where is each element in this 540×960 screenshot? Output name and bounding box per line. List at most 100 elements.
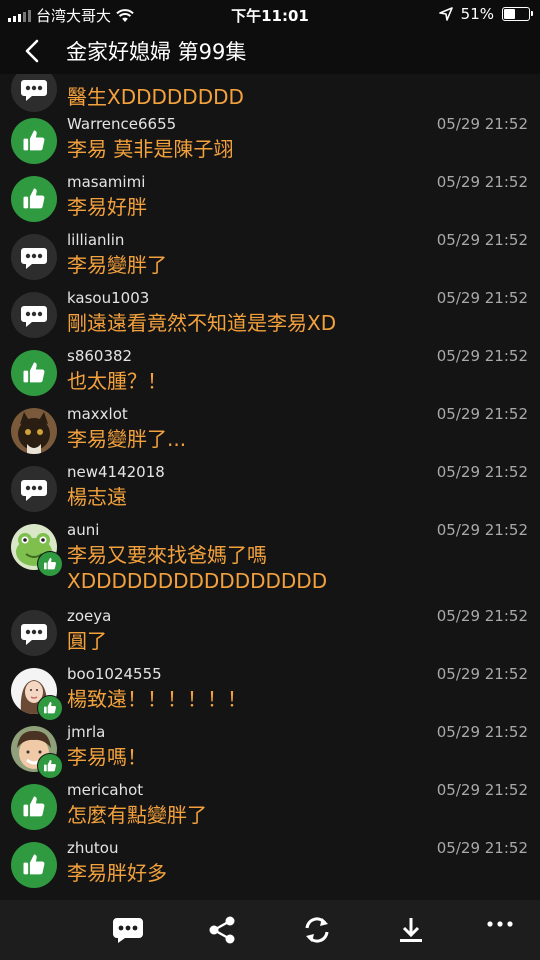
comment-timestamp: 05/29 21:52 bbox=[436, 463, 528, 481]
comment-text: 李易變胖了 bbox=[67, 253, 167, 277]
comment-avatar[interactable] bbox=[11, 466, 57, 512]
comment-row[interactable]: lillianlin 05/29 21:52 李易變胖了 bbox=[0, 231, 540, 290]
status-bar: 台湾大哥大 下午11:01 51% bbox=[0, 0, 540, 28]
more-button[interactable] bbox=[480, 904, 520, 944]
like-avatar[interactable] bbox=[11, 118, 57, 164]
comment-username[interactable]: s860382 bbox=[67, 347, 132, 365]
comment-text: 也太腫？！ bbox=[67, 369, 167, 393]
comment-icon bbox=[113, 918, 143, 943]
comment-username[interactable]: new4142018 bbox=[67, 463, 165, 481]
comment-timestamp: 05/29 21:52 bbox=[436, 723, 528, 741]
app-header: 金家好媳婦 第99集 bbox=[0, 28, 540, 74]
comment-row[interactable]: zhutou 05/29 21:52 李易胖好多 bbox=[0, 839, 540, 898]
comment-row[interactable]: Warrence6655 05/29 21:52 李易 莫非是陳子翊 bbox=[0, 115, 540, 174]
comment-text: 李易又要來找爸媽了嗎 XDDDDDDDDDDDDDDDD bbox=[67, 543, 328, 593]
comment-timestamp: 05/29 21:52 bbox=[436, 173, 528, 191]
speech-bubble-icon bbox=[21, 248, 47, 269]
comment-username[interactable]: Warrence6655 bbox=[67, 115, 176, 133]
comment-text: 圓了 bbox=[67, 629, 107, 653]
refresh-button[interactable] bbox=[297, 910, 337, 950]
comment-username[interactable]: jmrla bbox=[67, 723, 105, 741]
comment-text: 李易變胖了... bbox=[67, 427, 187, 451]
user-avatar[interactable] bbox=[11, 408, 57, 454]
share-icon bbox=[209, 916, 235, 944]
comment-row[interactable]: new4142018 05/29 21:52 楊志遠 bbox=[0, 463, 540, 522]
thumbs-up-icon bbox=[23, 362, 45, 383]
comment-timestamp: 05/29 21:52 bbox=[436, 839, 528, 857]
back-button[interactable] bbox=[18, 36, 48, 66]
comment-timestamp: 05/29 21:52 bbox=[436, 115, 528, 133]
comment-text: 怎麼有點變胖了 bbox=[67, 803, 207, 827]
thumbs-up-icon bbox=[44, 760, 56, 772]
comment-text: 剛遠遠看竟然不知道是李易XD bbox=[67, 311, 337, 335]
comment-text: 李易 莫非是陳子翊 bbox=[67, 137, 234, 161]
comment-row[interactable]: s860382 05/29 21:52 也太腫？！ bbox=[0, 347, 540, 406]
comment-text: 李易好胖 bbox=[67, 195, 147, 219]
comment-username[interactable]: maxxlot bbox=[67, 405, 128, 423]
comment-username[interactable]: boo1024555 bbox=[67, 665, 162, 683]
like-avatar[interactable] bbox=[11, 842, 57, 888]
comment-row[interactable]: mericahot 05/29 21:52 怎麼有點變胖了 bbox=[0, 781, 540, 840]
comment-username[interactable]: masamimi bbox=[67, 173, 145, 191]
comment-row[interactable]: kasou1003 05/29 21:52 剛遠遠看竟然不知道是李易XD bbox=[0, 289, 540, 348]
comment-timestamp: 05/29 21:52 bbox=[436, 405, 528, 423]
comment-timestamp: 05/29 21:52 bbox=[436, 231, 528, 249]
like-badge bbox=[37, 695, 63, 721]
comment-timestamp: 05/29 21:52 bbox=[436, 665, 528, 683]
comment-text: 楊致遠！！！！！！ bbox=[67, 687, 247, 711]
thumbs-up-icon bbox=[23, 130, 45, 151]
comment-timestamp: 05/29 21:52 bbox=[436, 347, 528, 365]
speech-bubble-icon bbox=[21, 624, 47, 645]
comment-text: 楊志遠 bbox=[67, 485, 127, 509]
comment-row[interactable]: maxxlot 05/29 21:52 李易變胖了... bbox=[0, 405, 540, 464]
download-icon bbox=[400, 918, 422, 942]
speech-bubble-icon bbox=[21, 480, 47, 501]
thumbs-up-icon bbox=[44, 558, 56, 570]
comment-row[interactable]: masamimi 05/29 21:52 李易好胖 bbox=[0, 173, 540, 232]
comment-avatar[interactable] bbox=[11, 292, 57, 338]
page-title: 金家好媳婦 第99集 bbox=[66, 40, 247, 64]
comment-avatar[interactable] bbox=[11, 610, 57, 656]
thumbs-up-icon bbox=[23, 188, 45, 209]
location-icon bbox=[438, 7, 453, 21]
comment-text: 李易嗎！ bbox=[67, 745, 147, 769]
comment-username[interactable]: auni bbox=[67, 521, 99, 539]
bottom-toolbar bbox=[0, 900, 540, 960]
speech-bubble-icon bbox=[21, 80, 47, 101]
comment-row[interactable]: jmrla 05/29 21:52 李易嗎！ bbox=[0, 723, 540, 782]
comment-timestamp: 05/29 21:52 bbox=[436, 521, 528, 539]
comment-username[interactable]: lillianlin bbox=[67, 231, 124, 249]
thumbs-up-icon bbox=[23, 796, 45, 817]
more-icon bbox=[487, 921, 513, 927]
comment-username[interactable]: kasou1003 bbox=[67, 289, 149, 307]
like-badge bbox=[37, 753, 63, 779]
download-button[interactable] bbox=[391, 910, 431, 950]
like-badge bbox=[37, 551, 63, 577]
comment-username[interactable]: zhutou bbox=[67, 839, 118, 857]
like-avatar[interactable] bbox=[11, 784, 57, 830]
share-button[interactable] bbox=[202, 910, 242, 950]
battery-icon bbox=[502, 7, 533, 21]
comment-avatar[interactable] bbox=[11, 234, 57, 280]
comment-button[interactable] bbox=[108, 910, 148, 950]
like-avatar[interactable] bbox=[11, 350, 57, 396]
like-avatar[interactable] bbox=[11, 176, 57, 222]
comment-text: 醫生XDDDDDDDD bbox=[67, 85, 244, 109]
comment-avatar[interactable] bbox=[11, 74, 57, 112]
comment-username[interactable]: mericahot bbox=[67, 781, 143, 799]
thumbs-up-icon bbox=[23, 854, 45, 875]
comment-list[interactable]: 醫生XDDDDDDDD Warrence6655 05/29 21:52 李易 莫非… bbox=[0, 74, 540, 900]
status-right: 51% bbox=[438, 5, 533, 23]
comment-row[interactable]: zoeya 05/29 21:52 圓了 bbox=[0, 607, 540, 666]
comment-timestamp: 05/29 21:52 bbox=[436, 607, 528, 625]
comment-text: 李易胖好多 bbox=[67, 861, 167, 885]
comment-timestamp: 05/29 21:52 bbox=[436, 781, 528, 799]
comment-row[interactable]: auni 05/29 21:52 李易又要來找爸媽了嗎 XDDDDDDDDDDDDD… bbox=[0, 521, 540, 593]
battery-percent: 51% bbox=[460, 5, 494, 23]
comment-row[interactable]: boo1024555 05/29 21:52 楊致遠！！！！！！ bbox=[0, 665, 540, 724]
comment-timestamp: 05/29 21:52 bbox=[436, 289, 528, 307]
comment-username[interactable]: zoeya bbox=[67, 607, 111, 625]
speech-bubble-icon bbox=[21, 306, 47, 327]
thumbs-up-icon bbox=[44, 702, 56, 714]
chevron-left-icon bbox=[25, 39, 39, 63]
